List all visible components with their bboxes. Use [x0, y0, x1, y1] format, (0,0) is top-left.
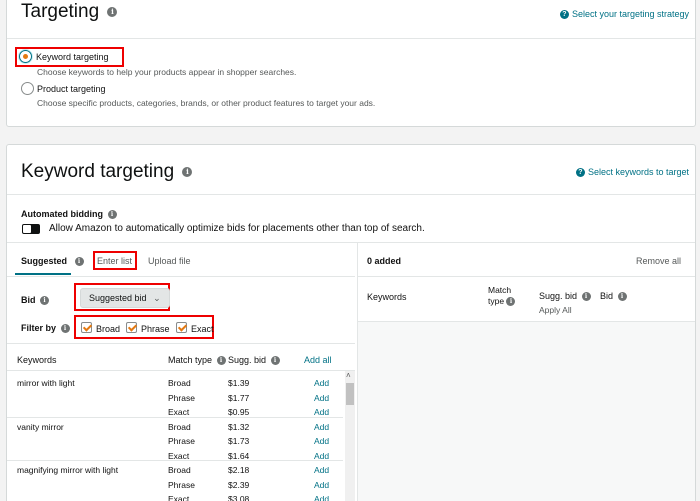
keyword-targeting-label[interactable]: Keyword targeting — [36, 52, 109, 62]
row-divider — [7, 416, 343, 418]
sugg-bid-cell: $0.95 — [228, 407, 250, 417]
product-targeting-radio[interactable] — [21, 82, 34, 95]
phrase-checkbox[interactable] — [126, 322, 137, 333]
remove-all-link[interactable]: Remove all — [636, 256, 681, 266]
product-targeting-desc: Choose specific products, categories, br… — [37, 98, 376, 108]
keyword-text: mirror with light — [17, 378, 75, 388]
info-icon[interactable]: i — [107, 6, 118, 17]
keyword-targeting-card: Keyword targeting i ? Select keywords to … — [6, 144, 696, 501]
broad-filter-label[interactable]: Broad — [96, 324, 120, 334]
match-type-cell: Exact — [168, 494, 190, 501]
targeting-card: Targeting i ? Select your targeting strat… — [6, 0, 696, 127]
keywords-column-header: Keywords — [17, 355, 57, 365]
match-type-column-header: Match type i — [168, 355, 226, 366]
select-targeting-strategy-link[interactable]: ? Select your targeting strategy — [559, 9, 689, 20]
select-keywords-link[interactable]: ? Select keywords to target — [575, 167, 689, 178]
keyword-targeting-radio[interactable] — [19, 50, 32, 63]
info-icon[interactable]: i — [74, 257, 84, 267]
filter-by-label: Filter by i — [21, 323, 70, 334]
tab-upload-file[interactable]: Upload file — [148, 256, 191, 266]
scroll-up-icon[interactable]: ˄ — [346, 371, 351, 380]
divider — [7, 38, 695, 39]
divider — [7, 343, 355, 344]
info-icon[interactable]: i — [506, 297, 516, 307]
match-type-cell: Broad — [168, 378, 191, 388]
automated-bidding-toggle[interactable] — [22, 224, 40, 234]
targeting-title: Targeting i — [21, 1, 118, 23]
divider — [358, 276, 695, 277]
add-keyword-button[interactable]: Add — [314, 451, 329, 461]
match-type-cell: Phrase — [168, 479, 195, 490]
automated-bidding-desc: Allow Amazon to automatically optimize b… — [49, 223, 425, 234]
phrase-filter-label[interactable]: Phrase — [141, 324, 170, 334]
info-icon[interactable]: i — [216, 356, 226, 366]
tab-enter-list[interactable]: Enter list — [97, 256, 132, 266]
exact-filter-label[interactable]: Exact — [191, 324, 214, 334]
info-icon[interactable]: i — [40, 296, 50, 306]
info-icon[interactable]: i — [617, 292, 627, 302]
match-type-cell: Exact — [168, 407, 190, 417]
scroll-thumb[interactable] — [346, 383, 354, 405]
added-match-type-header: Match type i — [488, 285, 516, 307]
add-keyword-button[interactable]: Add — [314, 407, 329, 417]
add-keyword-button[interactable]: Add — [314, 465, 329, 475]
apply-all-link[interactable]: Apply All — [539, 305, 572, 315]
divider — [7, 276, 355, 277]
bid-label: Bid i — [21, 295, 50, 306]
add-keyword-button[interactable]: Add — [314, 494, 329, 501]
match-type-cell: Exact — [168, 450, 190, 461]
added-sugg-bid-header: Sugg. bid i — [539, 291, 591, 302]
add-keyword-button[interactable]: Add — [314, 422, 329, 432]
match-type-cell: Broad — [168, 465, 191, 475]
divider — [7, 194, 695, 195]
automated-bidding-title: Automated bidding i — [21, 209, 117, 220]
keyword-targeting-desc: Choose keywords to help your products ap… — [37, 67, 297, 77]
sugg-bid-cell: $2.39 — [228, 479, 250, 490]
keyword-text: magnifying mirror with light — [17, 465, 119, 475]
added-bid-header: Bid i — [600, 291, 627, 302]
keyword-text: vanity mirror — [17, 421, 64, 432]
tab-suggested[interactable]: Suggested i — [21, 256, 84, 267]
info-icon[interactable]: i — [581, 292, 591, 302]
added-count: 0 added — [367, 256, 402, 266]
sugg-bid-cell: $1.77 — [228, 392, 250, 403]
divider — [7, 242, 695, 243]
help-icon: ? — [559, 10, 569, 20]
row-divider — [7, 460, 343, 461]
add-keyword-button[interactable]: Add — [314, 393, 329, 403]
added-keywords-header: Keywords — [367, 292, 407, 302]
info-icon[interactable]: i — [107, 210, 117, 220]
sugg-bid-cell: $3.08 — [228, 494, 250, 501]
divider — [7, 370, 355, 371]
add-keyword-button[interactable]: Add — [314, 378, 329, 388]
match-type-cell: Phrase — [168, 436, 195, 446]
info-icon[interactable]: i — [182, 166, 193, 177]
add-keyword-button[interactable]: Add — [314, 480, 329, 490]
chevron-down-icon: ⌄ — [153, 293, 161, 303]
info-icon[interactable]: i — [60, 324, 70, 334]
keyword-targeting-title: Keyword targeting i — [21, 161, 193, 183]
sugg-bid-cell: $2.18 — [228, 465, 250, 475]
scrollbar[interactable]: ˄ — [345, 371, 355, 501]
help-icon: ? — [575, 168, 585, 178]
active-tab-indicator — [15, 273, 71, 275]
bid-select[interactable]: Suggested bid ⌄ — [80, 288, 170, 308]
match-type-cell: Broad — [168, 421, 191, 432]
sugg-bid-cell: $1.39 — [228, 378, 250, 388]
exact-checkbox[interactable] — [176, 322, 187, 333]
broad-checkbox[interactable] — [81, 322, 92, 333]
add-keyword-button[interactable]: Add — [314, 436, 329, 446]
product-targeting-label[interactable]: Product targeting — [37, 84, 106, 94]
info-icon[interactable]: i — [270, 356, 280, 366]
add-all-link[interactable]: Add all — [304, 355, 332, 365]
sugg-bid-cell: $1.73 — [228, 436, 250, 446]
added-keywords-empty-area — [358, 322, 695, 501]
match-type-cell: Phrase — [168, 392, 195, 403]
sugg-bid-cell: $1.32 — [228, 421, 250, 432]
sugg-bid-cell: $1.64 — [228, 450, 250, 461]
sugg-bid-column-header: Sugg. bid i — [228, 355, 280, 366]
